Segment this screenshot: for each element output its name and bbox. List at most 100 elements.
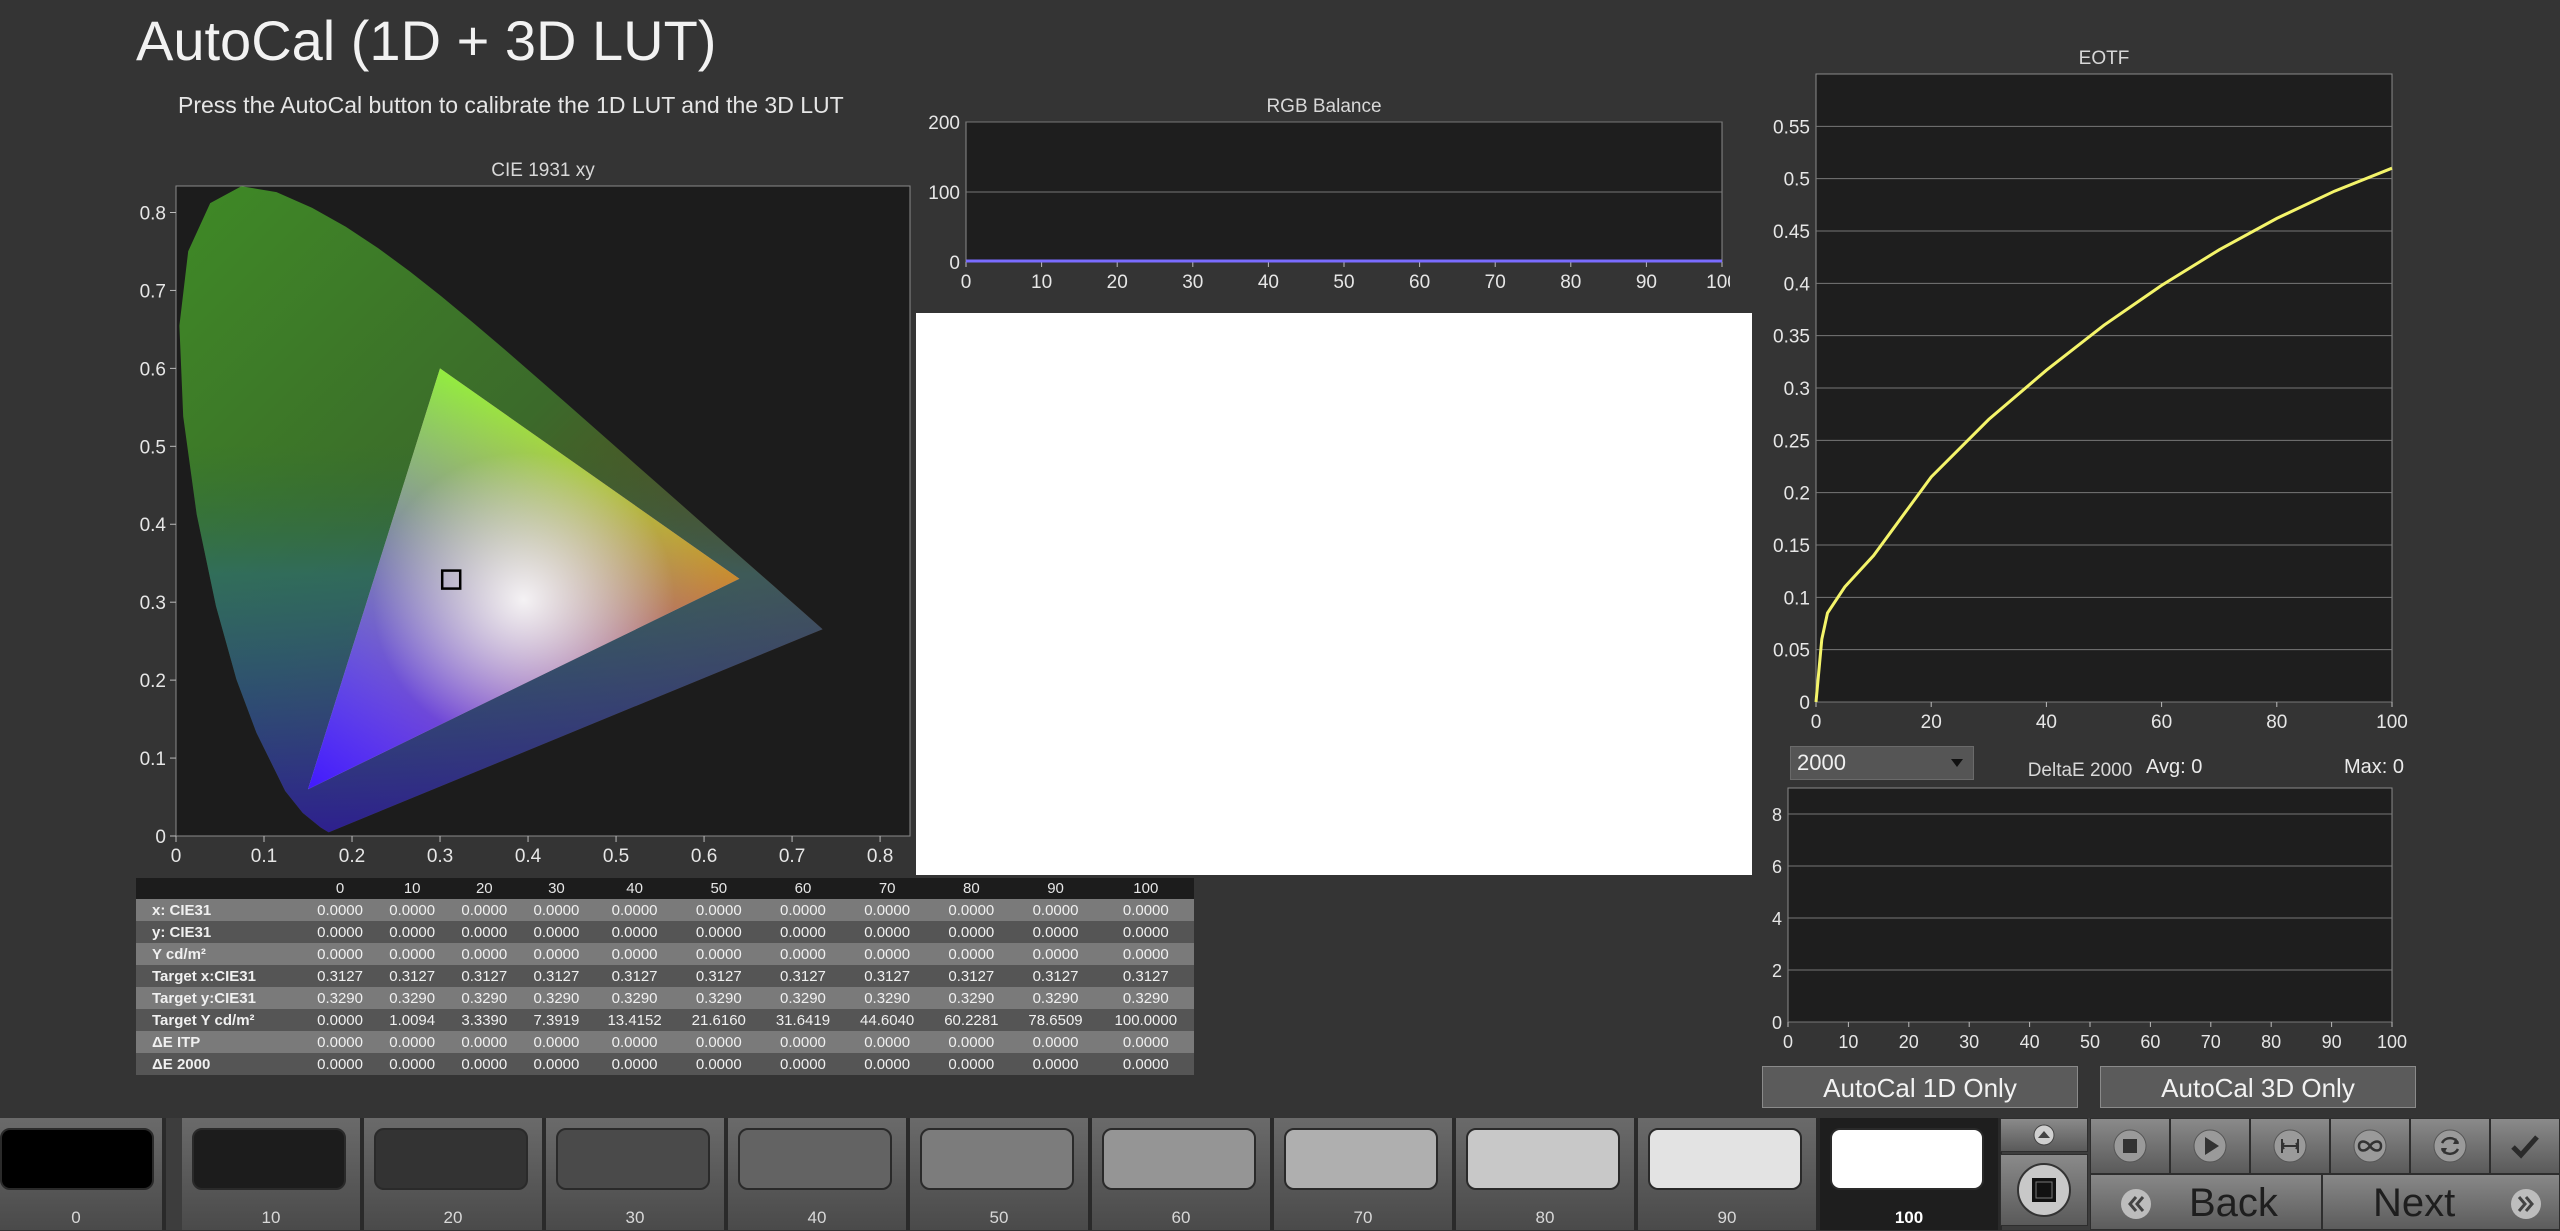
- deltae-x-tick-label: 20: [1899, 1032, 1919, 1052]
- patch-swatch-60[interactable]: 60: [1092, 1118, 1274, 1230]
- deltae-type-dropdown[interactable]: 2000: [1790, 746, 1974, 780]
- rgb-x-tick-label: 40: [1258, 272, 1279, 293]
- patch-swatch-30[interactable]: 30: [546, 1118, 728, 1230]
- play-button[interactable]: [2170, 1118, 2250, 1174]
- table-cell: 0.0000: [592, 1053, 677, 1075]
- table-cell: 0.0000: [592, 1031, 677, 1053]
- next-button[interactable]: Next: [2322, 1174, 2560, 1230]
- patch-swatch-40[interactable]: 40: [728, 1118, 910, 1230]
- table-cell: 60.2281: [929, 1009, 1014, 1031]
- patch-swatch-80[interactable]: 80: [1456, 1118, 1638, 1230]
- refresh-button[interactable]: [2410, 1118, 2490, 1174]
- table-cell: 0.3127: [929, 965, 1014, 987]
- step-button[interactable]: [2250, 1118, 2330, 1174]
- row-label: Y cd/m²: [136, 943, 304, 965]
- row-label: x: CIE31: [136, 899, 304, 921]
- patch-swatch-20[interactable]: 20: [364, 1118, 546, 1230]
- deltae-y-tick-label: 0: [1772, 1013, 1782, 1033]
- table-cell: 0.0000: [1013, 899, 1098, 921]
- stop-button[interactable]: [2090, 1118, 2170, 1174]
- table-cell: 0.0000: [1013, 943, 1098, 965]
- table-cell: 0.0000: [760, 921, 846, 943]
- cie-x-tick-label: 0: [171, 846, 182, 867]
- pattern-window-button[interactable]: [2000, 1154, 2088, 1226]
- table-cell: 0.0000: [304, 1009, 377, 1031]
- autocal-3d-button[interactable]: AutoCal 3D Only: [2100, 1066, 2416, 1108]
- check-icon: [2511, 1135, 2539, 1159]
- cie-y-tick-label: 0.7: [140, 281, 166, 302]
- column-header: 70: [845, 878, 930, 899]
- deltae-chart: 024680 10 20 30 40 50 60 70 80 90 100: [1772, 787, 2407, 1052]
- rgb-x-tick-label: 60: [1409, 272, 1430, 293]
- eotf-x-tick-label: 60: [2151, 712, 2172, 733]
- table-cell: 0.0000: [376, 921, 449, 943]
- patch-swatch-50[interactable]: 50: [910, 1118, 1092, 1230]
- patch-swatch-100[interactable]: 100: [1820, 1118, 2002, 1230]
- table-cell: 0.0000: [929, 1053, 1014, 1075]
- table-cell: 0.0000: [676, 1053, 761, 1075]
- table-cell: 0.3290: [929, 987, 1014, 1009]
- autocal-1d-button[interactable]: AutoCal 1D Only: [1762, 1066, 2078, 1108]
- eotf-y-tick-label: 0.55: [1773, 117, 1810, 138]
- eotf-y-tick-label: 0.05: [1773, 641, 1810, 662]
- swatch-color: [1830, 1128, 1984, 1190]
- back-button[interactable]: Back: [2090, 1174, 2322, 1230]
- eotf-y-tick-label: 0.35: [1773, 327, 1810, 348]
- table-cell: 0.0000: [1013, 921, 1098, 943]
- table-cell: 0.0000: [760, 899, 846, 921]
- table-cell: 0.3127: [520, 965, 593, 987]
- table-cell: 0.0000: [1013, 1031, 1098, 1053]
- table-cell: 0.0000: [676, 921, 761, 943]
- chevron-down-icon: [1951, 759, 1963, 767]
- column-header: 10: [376, 878, 449, 899]
- deltae-x-tick-label: 0: [1783, 1032, 1793, 1052]
- table-cell: 3.3390: [448, 1009, 521, 1031]
- cie-y-tick-label: 0.5: [140, 437, 166, 458]
- table-cell: 0.0000: [304, 943, 377, 965]
- eotf-x-tick-label: 0: [1811, 712, 1822, 733]
- scroll-up-button[interactable]: [2000, 1118, 2088, 1152]
- table-cell: 0.0000: [592, 921, 677, 943]
- deltae-y-tick-label: 6: [1772, 857, 1782, 877]
- table-cell: 0.0000: [376, 899, 449, 921]
- table-cell: 0.0000: [304, 921, 377, 943]
- cie-chart-title: CIE 1931 xy: [491, 160, 595, 181]
- swatch-color: [1102, 1128, 1256, 1190]
- patch-swatch-10[interactable]: 10: [182, 1118, 364, 1230]
- row-label: y: CIE31: [136, 921, 304, 943]
- eotf-y-tick-label: 0.15: [1773, 536, 1810, 557]
- deltae-x-tick-label: 60: [2140, 1032, 2160, 1052]
- table-cell: 0.0000: [448, 1053, 521, 1075]
- measurement-table: 0 10 20 30 40 50 60 70 80 90 100 x: CIE31 0.0000 0.0…: [136, 878, 1194, 1075]
- swatch-color: [1648, 1128, 1802, 1190]
- cie-x-tick-label: 0.8: [867, 846, 893, 867]
- confirm-button[interactable]: [2490, 1118, 2560, 1174]
- swatch-label: 90: [1717, 1208, 1737, 1227]
- patch-swatch-0[interactable]: 0: [0, 1118, 166, 1230]
- loop-icon: [2353, 1129, 2387, 1163]
- table-cell: 100.0000: [1097, 1009, 1194, 1031]
- patch-swatch-90[interactable]: 90: [1638, 1118, 1820, 1230]
- table-cell: 0.0000: [1097, 943, 1194, 965]
- table-cell: 0.3127: [845, 965, 930, 987]
- table-cell: 0.3127: [448, 965, 521, 987]
- back-label: Back: [2189, 1181, 2278, 1225]
- table-cell: 0.0000: [304, 1053, 377, 1075]
- table-cell: 0.3127: [676, 965, 761, 987]
- cie-y-tick-label: 0.6: [140, 359, 166, 380]
- row-label: Target x:CIE31: [136, 965, 304, 987]
- swatch-label: 30: [625, 1208, 645, 1227]
- eotf-y-tick-label: 0.45: [1773, 222, 1810, 243]
- deltae-x-tick-label: 30: [1959, 1032, 1979, 1052]
- pattern-preview: [916, 313, 1752, 875]
- play-icon: [2193, 1129, 2227, 1163]
- table-cell: 0.0000: [592, 943, 677, 965]
- table-cell: 78.6509: [1013, 1009, 1098, 1031]
- table-row: x: CIE31 0.0000 0.0000 0.0000 0.0000 0.0000 0.…: [136, 899, 1194, 921]
- cie-y-tick-label: 0.2: [140, 671, 166, 692]
- loop-button[interactable]: [2330, 1118, 2410, 1174]
- swatch-color: [192, 1128, 346, 1190]
- eotf-chart: 0 0.05 0.1 0.15 0.2 0.25 0.3 0.35 0.4 0.45 0.5 0.55…: [1773, 73, 2408, 733]
- patch-swatch-70[interactable]: 70: [1274, 1118, 1456, 1230]
- table-cell: 0.0000: [845, 899, 930, 921]
